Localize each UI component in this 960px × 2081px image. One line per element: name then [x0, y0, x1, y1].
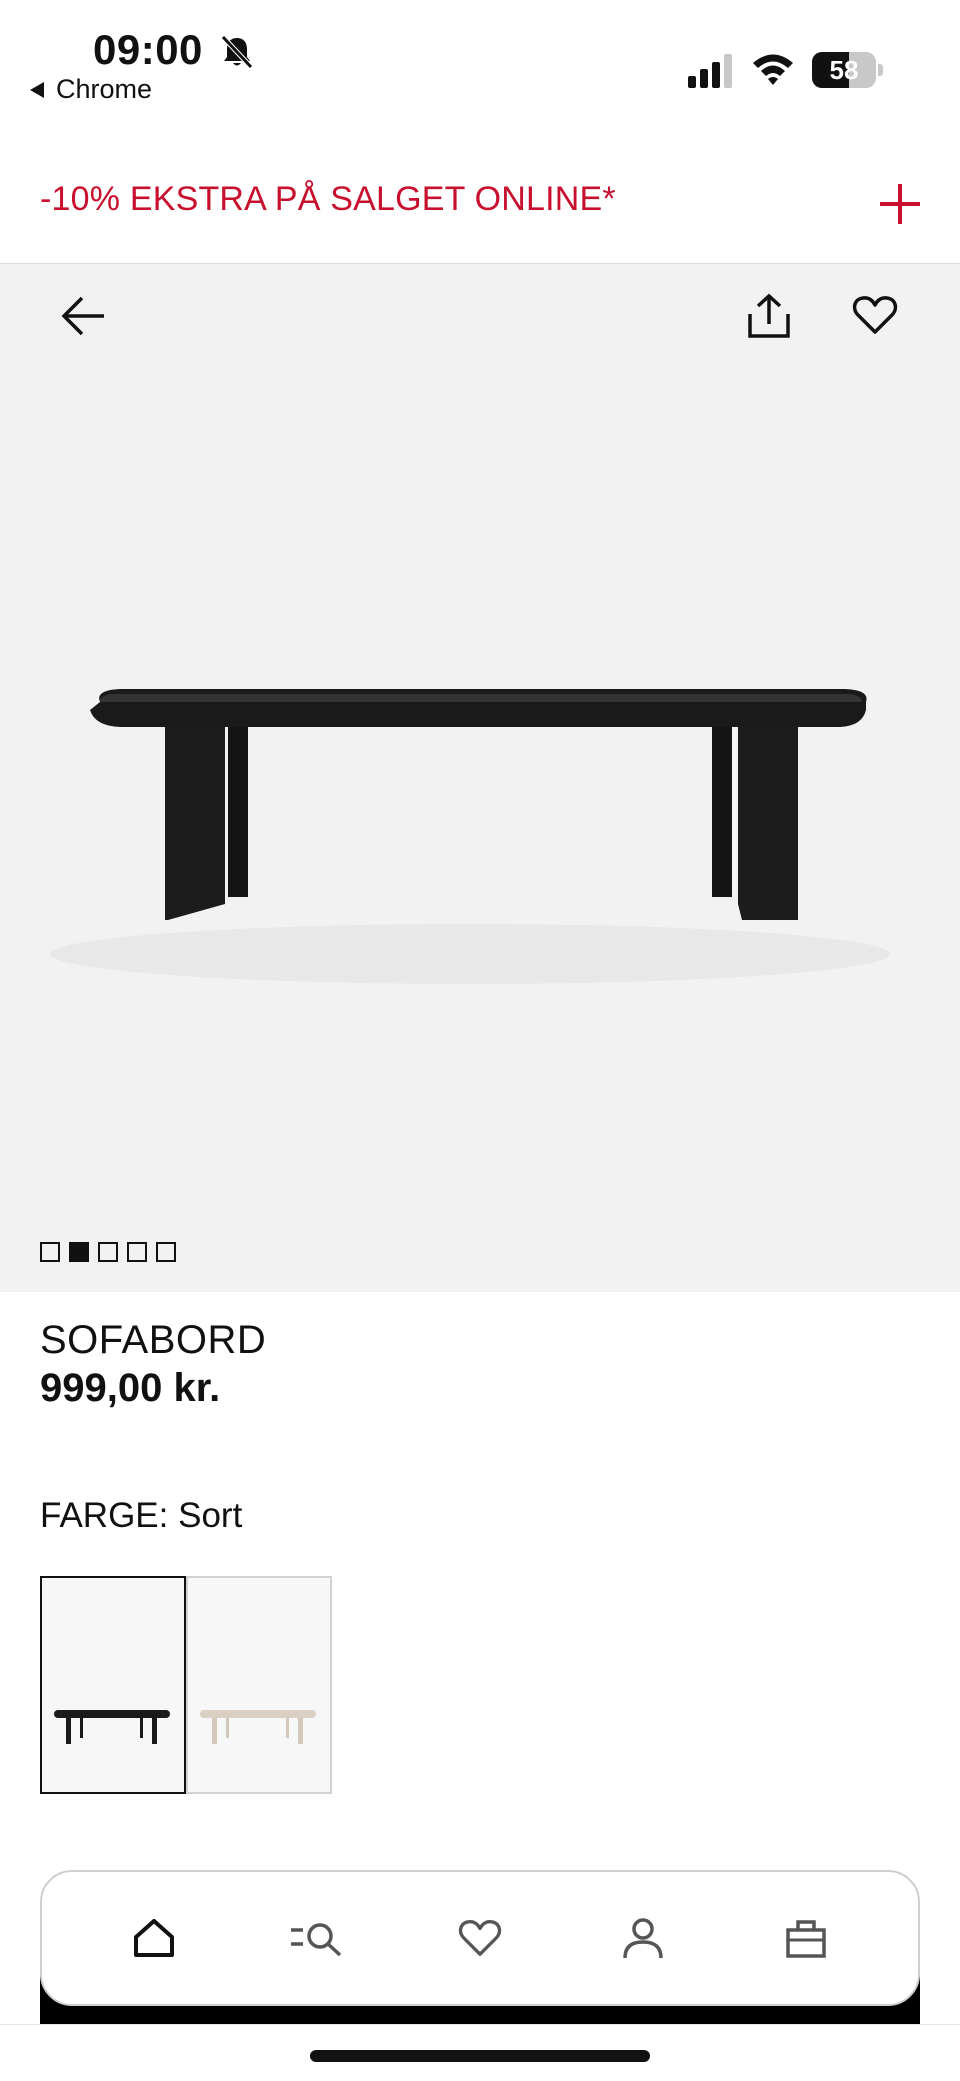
battery-icon: 58: [812, 52, 883, 88]
wifi-icon: [753, 54, 793, 85]
status-bar: 09:00 Chrome 58: [0, 0, 960, 130]
carousel-dot[interactable]: [98, 1242, 118, 1262]
product-image: [50, 689, 890, 984]
nav-favorites[interactable]: [440, 1898, 520, 1978]
swatch-black[interactable]: [40, 1576, 186, 1794]
nav-home[interactable]: [114, 1898, 194, 1978]
share-icon[interactable]: [746, 292, 792, 340]
heart-icon[interactable]: [852, 294, 898, 336]
carousel-dot[interactable]: [156, 1242, 176, 1262]
back-app-label: Chrome: [56, 74, 153, 104]
beige-table-thumbnail: [200, 1710, 316, 1744]
swatch-beige[interactable]: [186, 1576, 332, 1794]
color-selector-label: FARGE: Sort: [40, 1496, 242, 1536]
product-name: SOFABORD: [40, 1318, 267, 1362]
battery-level: 58: [829, 55, 859, 85]
black-table-thumbnail: [54, 1710, 170, 1744]
promo-banner[interactable]: -10% EKSTRA PÅ SALGET ONLINE*: [0, 130, 960, 264]
nav-bag[interactable]: [766, 1898, 846, 1978]
signal-icon: [688, 54, 732, 88]
back-to-app-button[interactable]: Chrome: [30, 74, 152, 105]
back-arrow-icon[interactable]: [58, 294, 108, 338]
plus-icon[interactable]: [878, 182, 922, 226]
home-icon: [133, 1919, 174, 1957]
search-menu-icon: [290, 1923, 341, 1957]
home-indicator[interactable]: [310, 2050, 650, 2062]
back-triangle-icon: [30, 81, 44, 98]
bottom-navigation: [40, 1870, 920, 2006]
carousel-dot[interactable]: [40, 1242, 60, 1262]
bag-icon: [786, 1920, 827, 1958]
carousel-indicator[interactable]: [40, 1242, 176, 1262]
product-gallery[interactable]: [0, 264, 960, 1292]
carousel-dot-active[interactable]: [69, 1242, 89, 1262]
color-value: Sort: [178, 1496, 243, 1535]
promo-text: -10% EKSTRA PÅ SALGET ONLINE*: [40, 180, 616, 218]
account-icon: [623, 1918, 663, 1959]
product-price: 999,00 kr.: [40, 1366, 221, 1410]
nav-account[interactable]: [603, 1898, 683, 1978]
status-time: 09:00: [93, 26, 203, 73]
color-label: FARGE:: [40, 1496, 169, 1535]
nav-search[interactable]: [277, 1898, 357, 1978]
bell-slash-icon: [221, 35, 253, 69]
carousel-dot[interactable]: [127, 1242, 147, 1262]
color-swatches: [40, 1576, 332, 1794]
heart-icon: [458, 1920, 502, 1956]
